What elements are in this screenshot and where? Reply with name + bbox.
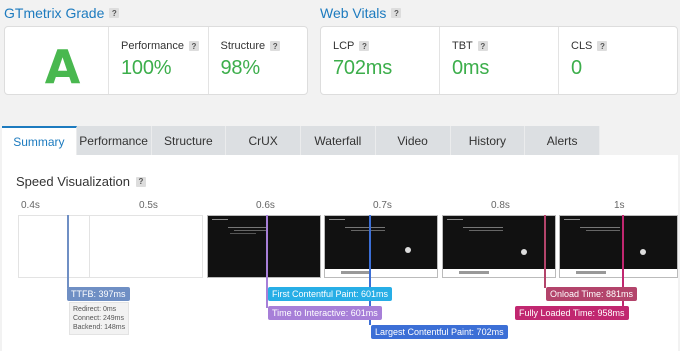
ttfb-label[interactable]: TTFB: 397ms <box>67 287 130 301</box>
help-icon[interactable]: ? <box>391 8 402 18</box>
lcp-metric: LCP ? 702ms <box>321 27 439 94</box>
grade-letter: A <box>44 40 81 94</box>
speed-visualization-title: Speed Visualization <box>16 174 130 189</box>
tab-structure[interactable]: Structure <box>151 126 227 155</box>
performance-metric: Performance ? 100% <box>108 27 208 94</box>
help-icon[interactable]: ? <box>477 41 488 51</box>
grade-cell: A <box>5 27 108 94</box>
report-tabs: Summary Performance Structure CrUX Water… <box>2 126 600 155</box>
performance-label: Performance <box>121 40 184 52</box>
tick-label: 0.8s <box>491 200 510 211</box>
cls-value: 0 <box>571 57 582 79</box>
gtmetrix-grade-title: GTmetrix Grade <box>4 5 105 21</box>
help-icon[interactable]: ? <box>597 41 608 51</box>
tick-label: 0.4s <box>21 200 40 211</box>
structure-value: 98% <box>220 57 261 79</box>
first-contentful-paint-label[interactable]: First Contentful Paint: 601ms <box>268 287 393 301</box>
tbt-metric: TBT ? 0ms <box>439 27 558 94</box>
time-to-interactive-label[interactable]: Time to Interactive: 601ms <box>268 306 382 320</box>
ttfb-breakdown: Redirect: 0ms Connect: 249ms Backend: 14… <box>69 302 130 335</box>
gtmetrix-grade-heading: GTmetrix Grade ? <box>4 5 120 21</box>
tbt-label: TBT <box>452 40 473 52</box>
structure-metric: Structure ? 98% <box>207 27 308 94</box>
redirect-time: Redirect: 0ms <box>73 306 117 313</box>
tab-crux[interactable]: CrUX <box>226 126 301 155</box>
tab-waterfall[interactable]: Waterfall <box>301 126 376 155</box>
help-icon[interactable]: ? <box>270 41 281 51</box>
tick-label: 0.6s <box>256 200 275 211</box>
tab-performance[interactable]: Performance <box>76 126 152 155</box>
tab-summary[interactable]: Summary <box>2 126 77 155</box>
help-icon[interactable]: ? <box>359 41 370 51</box>
cls-label: CLS <box>571 40 593 52</box>
web-vitals-heading: Web Vitals ? <box>320 5 402 21</box>
tab-history[interactable]: History <box>450 126 526 155</box>
largest-contentful-paint-label[interactable]: Largest Contentful Paint: 702ms <box>371 325 508 339</box>
filmstrip-frame[interactable] <box>89 215 203 278</box>
lcp-value: 702ms <box>333 57 393 79</box>
filmstrip-frame[interactable] <box>442 215 556 278</box>
fully-loaded-time-label[interactable]: Fully Loaded Time: 958ms <box>515 306 629 320</box>
speed-visualization-heading: Speed Visualization ? <box>16 174 146 189</box>
ttfb-marker-line <box>67 215 69 288</box>
help-icon[interactable]: ? <box>109 8 120 18</box>
grade-card: A Performance ? 100% Structure ? 98% <box>4 26 308 95</box>
onload-marker-line <box>544 215 546 288</box>
tick-label: 1s <box>614 200 625 211</box>
filmstrip-frame[interactable] <box>324 215 438 278</box>
filmstrip-frame[interactable] <box>207 215 321 278</box>
structure-label: Structure <box>220 40 266 52</box>
help-icon[interactable]: ? <box>135 176 146 187</box>
performance-value: 100% <box>121 57 172 79</box>
backend-time: Backend: 148ms <box>73 324 126 331</box>
help-icon[interactable]: ? <box>188 41 199 51</box>
tick-label: 0.5s <box>139 200 158 211</box>
lcp-label: LCP <box>333 40 355 52</box>
tab-video[interactable]: Video <box>375 126 451 155</box>
tick-label: 0.7s <box>373 200 392 211</box>
connect-time: Connect: 249ms <box>73 315 124 322</box>
tab-alerts[interactable]: Alerts <box>525 126 600 155</box>
web-vitals-card: LCP ? 702ms TBT ? 0ms CLS ? 0 <box>320 26 678 95</box>
summary-panel: Speed Visualization ? 0.4s 0.5s 0.6s 0.7… <box>2 155 678 351</box>
tbt-value: 0ms <box>452 57 490 79</box>
web-vitals-title: Web Vitals <box>320 5 387 21</box>
filmstrip-frame[interactable] <box>559 215 678 278</box>
onload-time-label[interactable]: Onload Time: 881ms <box>546 287 638 301</box>
cls-metric: CLS ? 0 <box>558 27 677 94</box>
